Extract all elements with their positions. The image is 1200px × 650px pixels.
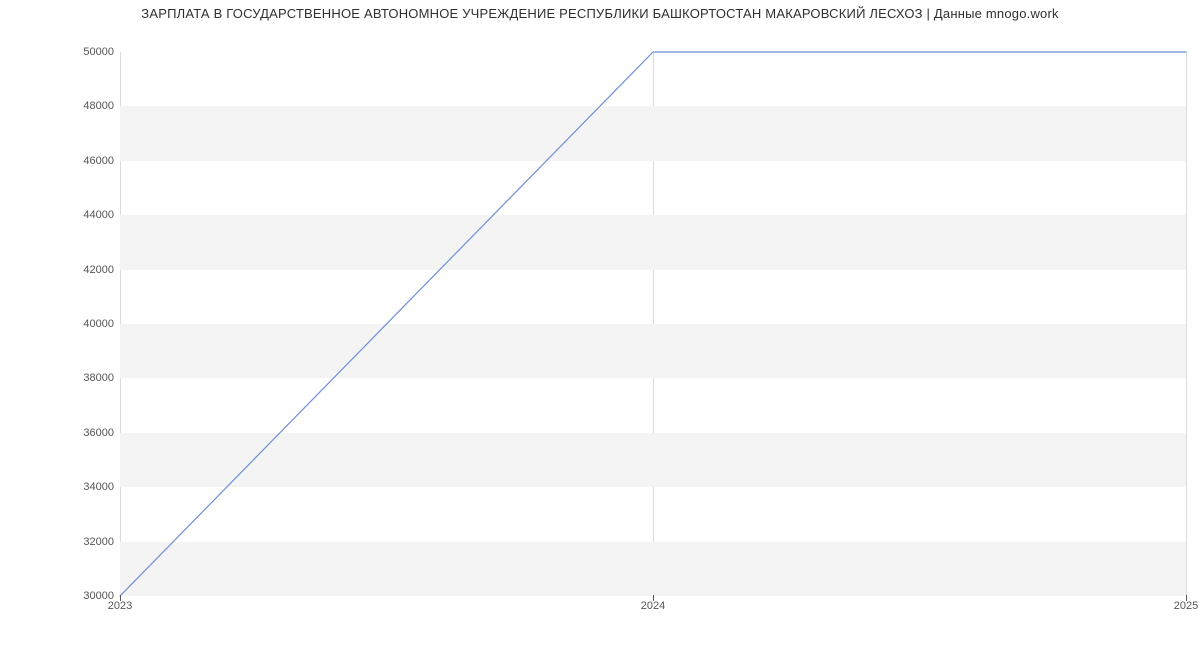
line-series bbox=[120, 52, 1186, 595]
x-grid-line bbox=[1186, 52, 1187, 595]
y-tick-label: 38000 bbox=[54, 372, 114, 384]
y-tick-label: 44000 bbox=[54, 209, 114, 221]
y-tick-label: 50000 bbox=[54, 46, 114, 58]
chart-title: ЗАРПЛАТА В ГОСУДАРСТВЕННОЕ АВТОНОМНОЕ УЧ… bbox=[0, 6, 1200, 21]
chart-container: ЗАРПЛАТА В ГОСУДАРСТВЕННОЕ АВТОНОМНОЕ УЧ… bbox=[0, 0, 1200, 650]
y-tick-label: 36000 bbox=[54, 427, 114, 439]
x-tick-label: 2024 bbox=[641, 600, 665, 612]
y-tick-label: 30000 bbox=[54, 590, 114, 602]
y-tick-label: 48000 bbox=[54, 100, 114, 112]
x-tick-label: 2023 bbox=[108, 600, 132, 612]
plot-area bbox=[120, 52, 1186, 596]
y-tick-label: 32000 bbox=[54, 536, 114, 548]
y-tick-label: 34000 bbox=[54, 481, 114, 493]
series-line bbox=[120, 52, 1186, 596]
x-tick-label: 2025 bbox=[1174, 600, 1198, 612]
y-tick-label: 42000 bbox=[54, 264, 114, 276]
y-tick-label: 46000 bbox=[54, 155, 114, 167]
y-tick-label: 40000 bbox=[54, 318, 114, 330]
